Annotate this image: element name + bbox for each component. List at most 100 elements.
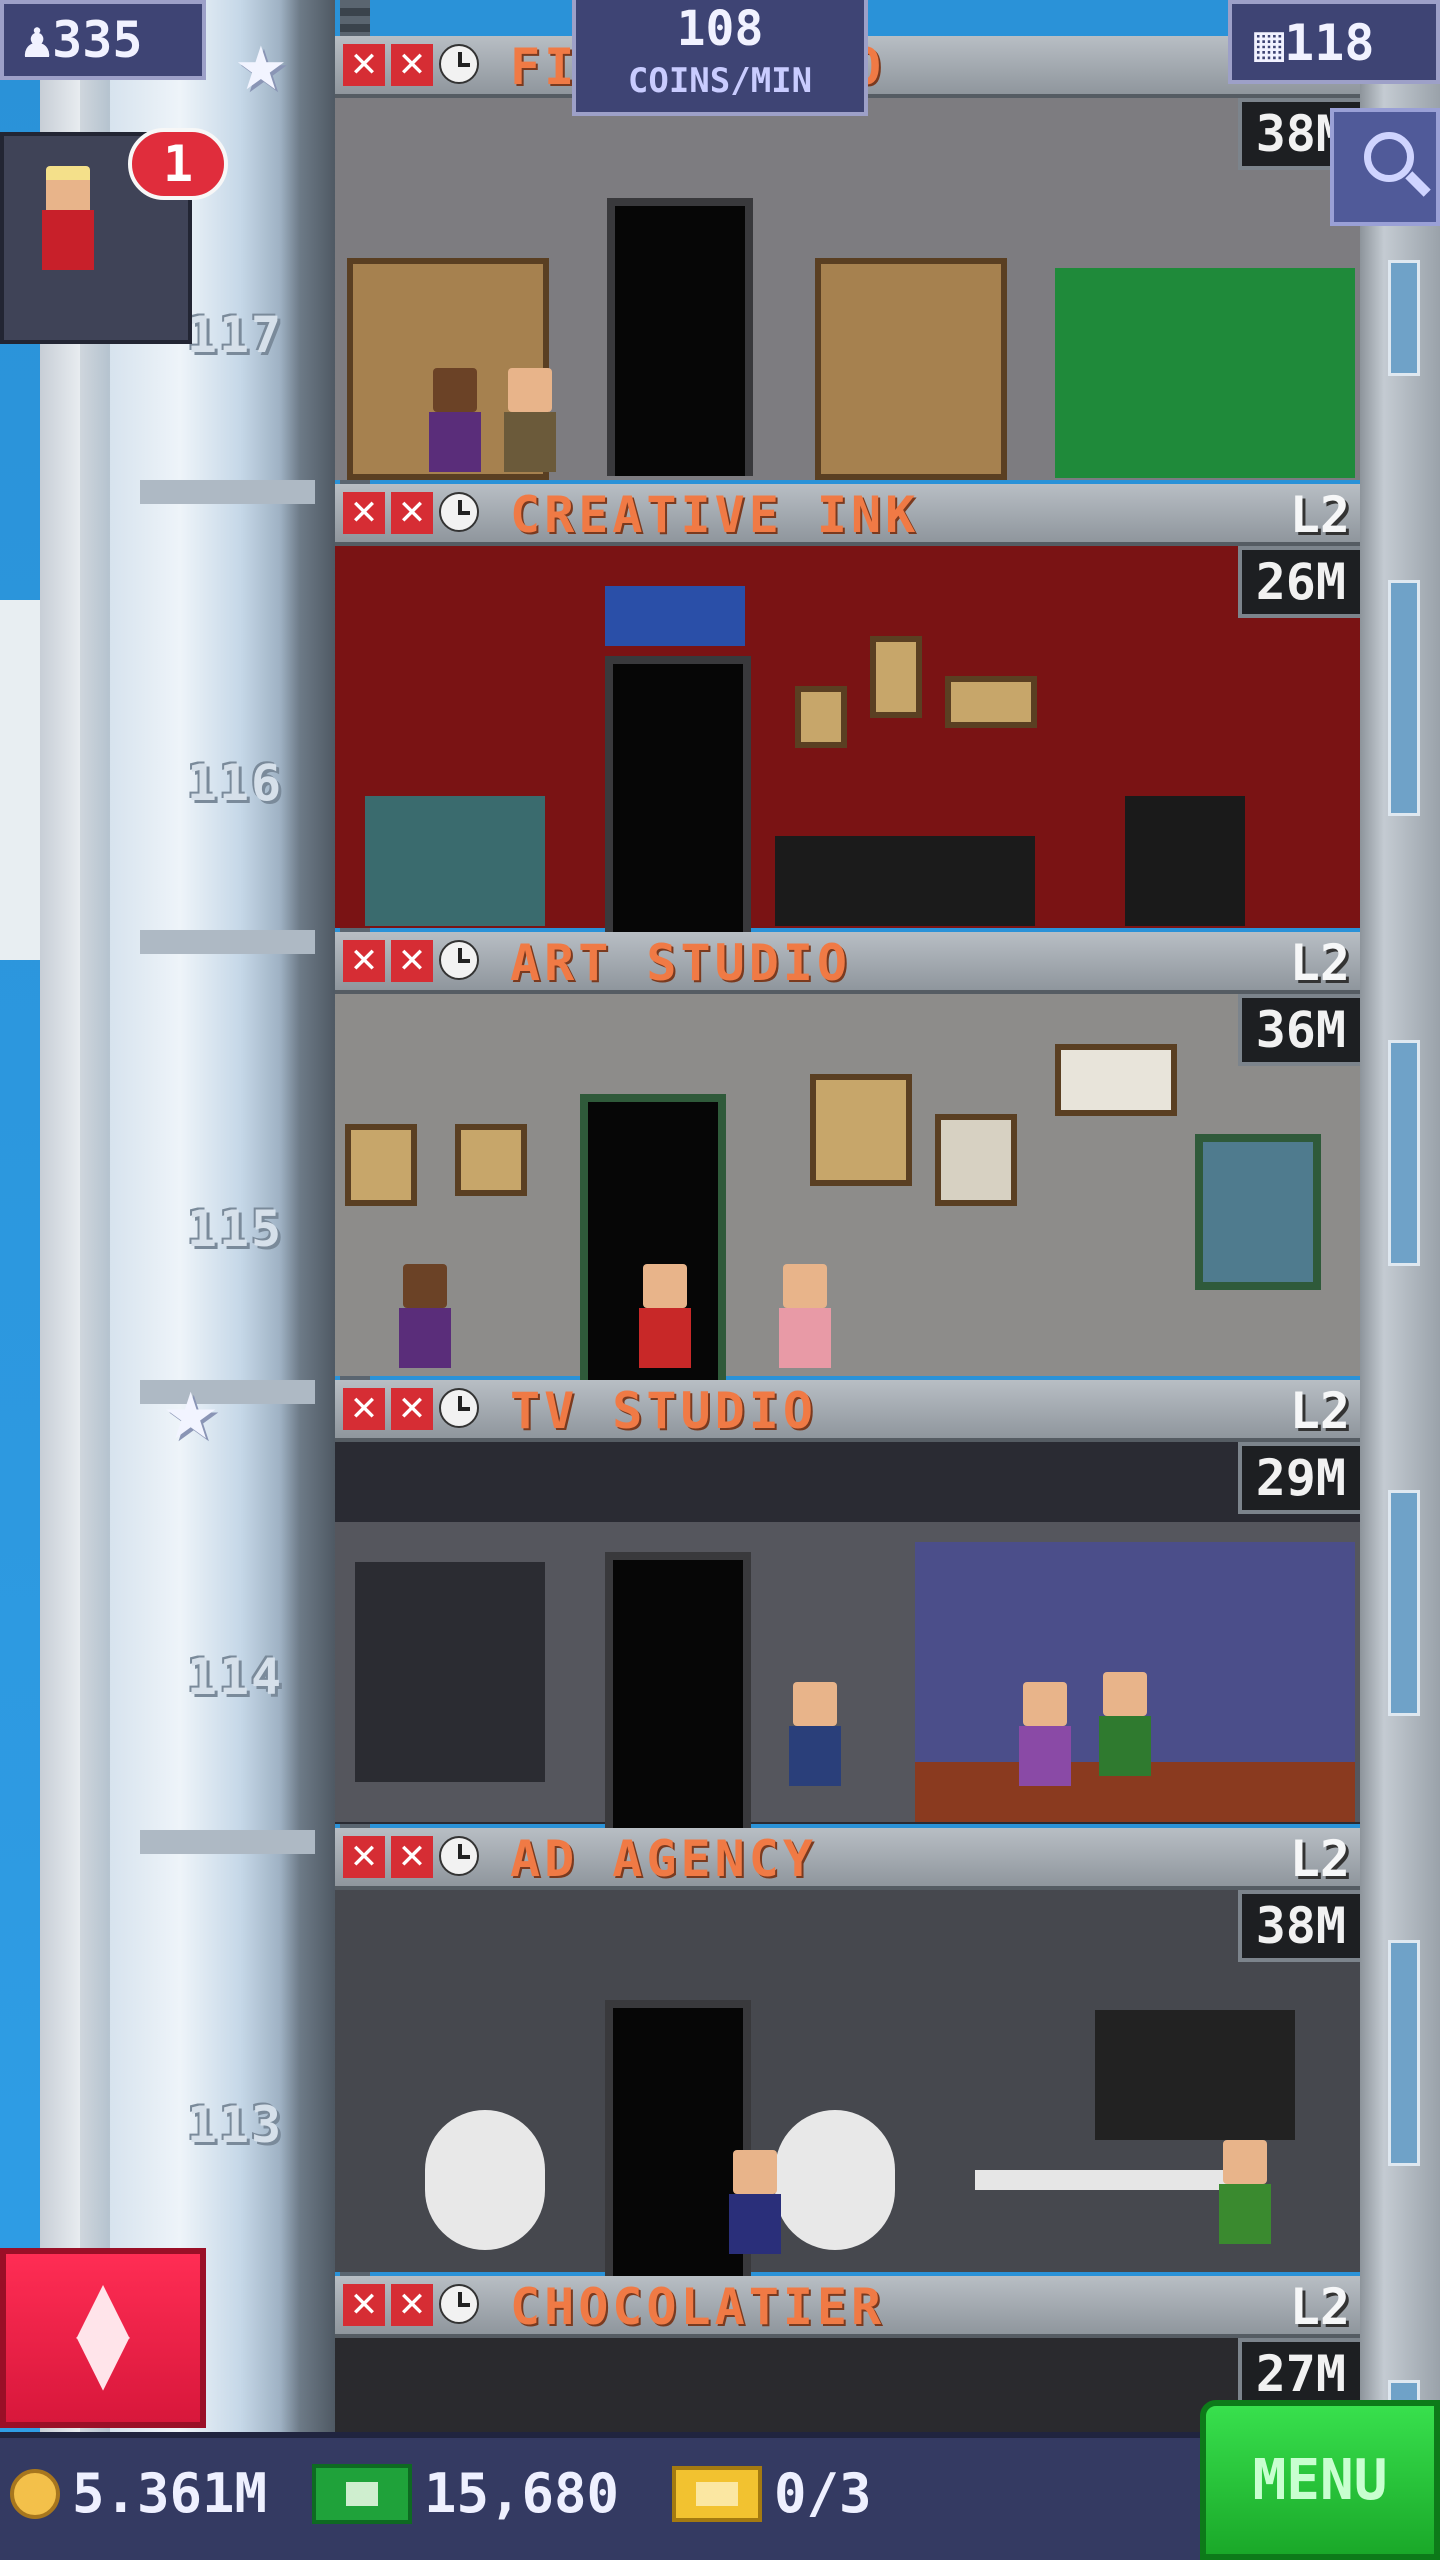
tower-right-wall (1360, 0, 1440, 2560)
room[interactable]: 36M (335, 994, 1360, 1382)
picture (345, 1124, 417, 1206)
sofa (775, 836, 1035, 926)
notification-badge: 1 (128, 128, 228, 200)
ink-sign (605, 586, 745, 646)
person[interactable] (395, 1264, 455, 1374)
floors-value: 118 (1284, 14, 1375, 72)
cloud (0, 600, 40, 960)
door (607, 198, 753, 476)
shaft-band (140, 1830, 315, 1854)
cabinet (815, 258, 1007, 480)
x-icon: ✕ (391, 2284, 433, 2326)
coins-counter[interactable]: 5.361M (10, 2462, 267, 2525)
person[interactable] (1215, 2140, 1275, 2250)
person[interactable] (500, 368, 560, 478)
bux-icon (312, 2463, 412, 2524)
floor-level: L2 (1289, 486, 1350, 544)
game-screen: 117 116 115 114 113 ★ ✕ ✕ FILM STUDIO 38… (0, 0, 1440, 2560)
x-icon: ✕ (391, 940, 433, 982)
bux-value: 15,680 (424, 2462, 620, 2525)
picture (455, 1124, 527, 1196)
x-icon: ✕ (343, 940, 385, 982)
tickets-counter[interactable]: 0/3 (672, 2462, 872, 2525)
room[interactable]: 26M (335, 546, 1360, 934)
x-icon: ✕ (343, 44, 385, 86)
room[interactable]: 29M (335, 1442, 1360, 1830)
floor-name: ART STUDIO (510, 934, 852, 992)
window (1388, 1490, 1420, 1716)
building-icon: ▦ (1254, 14, 1285, 72)
floor-ad-agency[interactable]: ✕ ✕ AD AGENCY L2 38M (335, 1828, 1360, 2278)
egg-chair (775, 2110, 895, 2250)
tv-screen (1095, 2010, 1295, 2140)
picture (795, 686, 847, 748)
control-desk (355, 1562, 545, 1782)
egg-chair (425, 2110, 545, 2250)
floor-level: L2 (1289, 2278, 1350, 2336)
clock-icon (439, 2284, 479, 2324)
status-icons: ✕ ✕ (343, 492, 479, 536)
elevator-button[interactable]: ▲ ▼ (0, 2248, 206, 2428)
person[interactable] (775, 1264, 835, 1374)
coins-per-min-label: COINS/MIN (627, 61, 813, 101)
floor-level: L2 (1289, 934, 1350, 992)
elevator-shaft[interactable]: 117 116 115 114 113 ★ (40, 0, 370, 2560)
search-button[interactable] (1330, 108, 1440, 226)
room[interactable]: 38M (335, 1890, 1360, 2278)
menu-button[interactable]: MENU (1200, 2400, 1440, 2560)
stock-badge: 38M (1237, 1890, 1360, 1962)
clock-icon (439, 492, 479, 532)
floor-name: TV STUDIO (510, 1382, 817, 1440)
visitor-avatar (38, 166, 98, 276)
x-icon: ✕ (343, 1836, 385, 1878)
person[interactable] (1015, 1682, 1075, 1792)
up-down-arrows-icon: ▲ ▼ (76, 2265, 130, 2399)
floor-tv-studio[interactable]: ✕ ✕ TV STUDIO L2 29M (335, 1380, 1360, 1830)
person[interactable] (1095, 1672, 1155, 1782)
floor-header: ✕ ✕ TV STUDIO L2 (335, 1380, 1360, 1442)
floor-header: ✕ ✕ ART STUDIO L2 (335, 932, 1360, 994)
shaft-band (140, 930, 315, 954)
floor-number: 116 (186, 754, 284, 812)
stock-badge: 26M (1237, 546, 1360, 618)
x-icon: ✕ (343, 2284, 385, 2326)
floor-number: 113 (186, 2096, 284, 2154)
x-icon: ✕ (391, 1388, 433, 1430)
desk (365, 796, 545, 926)
picture (870, 636, 922, 718)
floor-header: ✕ ✕ AD AGENCY L2 (335, 1828, 1360, 1890)
status-icons: ✕ ✕ (343, 2284, 479, 2328)
floor-creative-ink[interactable]: ✕ ✕ CREATIVE INK L2 26M (335, 484, 1360, 934)
floor-level: L2 (1289, 1830, 1350, 1888)
tickets-value: 0/3 (774, 2462, 872, 2525)
clock-icon (439, 1388, 479, 1428)
door (605, 656, 751, 934)
desk (975, 2170, 1235, 2190)
stock-badge: 36M (1237, 994, 1360, 1066)
picture (1055, 1044, 1177, 1116)
window (1388, 1040, 1420, 1266)
sky (0, 0, 40, 2560)
x-icon: ✕ (343, 492, 385, 534)
person[interactable] (635, 1264, 695, 1374)
shaft-band (140, 480, 315, 504)
bux-counter[interactable]: 15,680 (312, 2462, 619, 2525)
floor-art-studio[interactable]: ✕ ✕ ART STUDIO L2 36M (335, 932, 1360, 1382)
clock-icon (439, 1836, 479, 1876)
picture (810, 1074, 912, 1186)
green-screen (1055, 268, 1355, 478)
window (1388, 580, 1420, 816)
room[interactable]: 38M (335, 98, 1360, 480)
population-counter[interactable]: ♟335 (0, 0, 206, 80)
coins-per-min-panel[interactable]: 108 COINS/MIN (572, 0, 868, 116)
x-icon: ✕ (391, 44, 433, 86)
picture (935, 1114, 1017, 1206)
person[interactable] (425, 368, 485, 478)
clock-icon (439, 940, 479, 980)
person[interactable] (785, 1682, 845, 1792)
x-icon: ✕ (343, 1388, 385, 1430)
population-value: 335 (52, 11, 143, 69)
person[interactable] (725, 2150, 785, 2260)
floor-counter[interactable]: ▦118 (1228, 0, 1440, 84)
coin-icon (10, 2468, 60, 2519)
